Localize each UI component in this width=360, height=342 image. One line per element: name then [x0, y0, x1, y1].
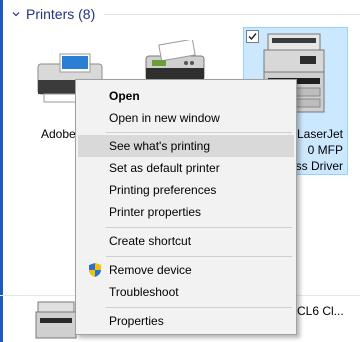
menu-item-set-default-printer[interactable]: Set as default printer: [78, 157, 294, 179]
menu-item-open-new-window[interactable]: Open in new window: [78, 107, 294, 129]
menu-separator: [106, 227, 292, 228]
menu-item-remove-device[interactable]: Remove device: [78, 259, 294, 281]
menu-separator: [106, 256, 292, 257]
printer-small-icon[interactable]: [34, 300, 78, 340]
window-left-edge: [0, 0, 3, 342]
chevron-down-icon[interactable]: [12, 10, 20, 18]
menu-item-see-whats-printing[interactable]: See what's printing: [78, 135, 294, 157]
device-label-adobe[interactable]: Adobe: [41, 126, 76, 143]
menu-item-open[interactable]: Open: [78, 85, 294, 107]
checkmark-icon: [248, 33, 257, 41]
uac-shield-icon: [89, 263, 101, 277]
printers-group-header[interactable]: Printers (8): [12, 4, 95, 24]
menu-separator: [106, 132, 292, 133]
menu-item-create-shortcut[interactable]: Create shortcut: [78, 230, 294, 252]
menu-item-printer-properties[interactable]: Printer properties: [78, 201, 294, 223]
menu-separator: [106, 307, 292, 308]
context-menu: Open Open in new window See what's print…: [75, 79, 297, 335]
menu-item-troubleshoot[interactable]: Troubleshoot: [78, 281, 294, 303]
menu-item-properties[interactable]: Properties: [78, 310, 294, 332]
menu-item-remove-device-label: Remove device: [109, 263, 192, 277]
device-label-bottom[interactable]: CL6 Cl...: [297, 304, 344, 318]
fax-icon[interactable]: [140, 40, 212, 84]
header-divider: [104, 14, 360, 15]
menu-item-printing-preferences[interactable]: Printing preferences: [78, 179, 294, 201]
printers-group-title: Printers (8): [26, 6, 96, 22]
